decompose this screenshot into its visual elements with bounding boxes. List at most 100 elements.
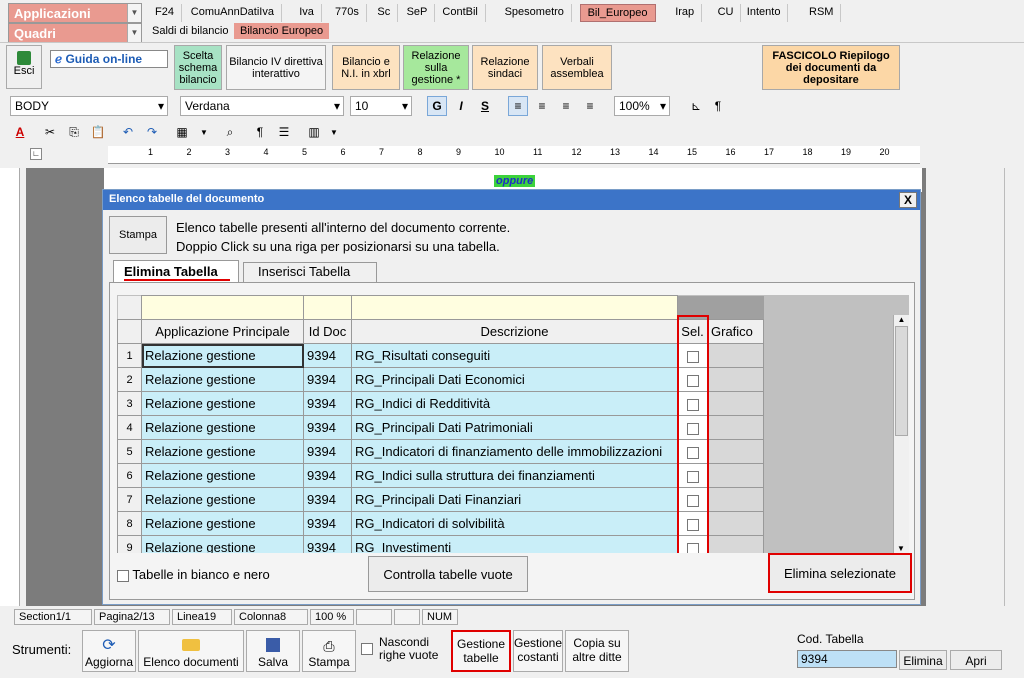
menu-tab-770s[interactable]: 770s [328,4,367,22]
paste-icon[interactable]: 📋 [88,122,108,142]
aggiorna-button[interactable]: ⟳ Aggiorna [82,630,136,672]
gestione-tabelle-button[interactable]: Gestione tabelle [451,630,511,672]
fascicolo-button[interactable]: FASCICOLO Riepilogo dei documenti da dep… [762,45,900,90]
scroll-thumb[interactable] [895,326,908,436]
cell-app[interactable]: Relazione gestione [141,463,304,488]
tab-stop-icon[interactable]: ∟ [30,148,42,160]
table-row[interactable]: 2 Relazione gestione 9394 RG_Principali Dat… [117,367,764,392]
cell-desc[interactable]: RG_Investimenti [351,535,678,553]
pilcrow-icon[interactable]: ¶ [708,96,728,116]
chevron-down-icon[interactable]: ▼ [127,24,141,42]
bilancio-iv-button[interactable]: Bilancio IV direttiva interattivo [226,45,326,90]
cell-desc[interactable]: RG_Principali Dati Finanziari [351,487,678,512]
cell-desc[interactable]: RG_Principali Dati Patrimoniali [351,415,678,440]
cell-id[interactable]: 9394 [303,535,352,553]
cell-desc[interactable]: RG_Principali Dati Economici [351,367,678,392]
cod-tabella-field[interactable]: 9394 [797,650,897,668]
tab-bilancio-europeo[interactable]: Bilancio Europeo [234,23,330,39]
cell-id[interactable]: 9394 [303,391,352,416]
applicazioni-combo[interactable]: Applicazioni ▼ [8,3,142,23]
tab-inserisci-tabella[interactable]: Inserisci Tabella [243,262,377,282]
elimina-button[interactable]: Elimina [899,650,947,670]
cell-desc[interactable]: RG_Indicatori di solvibilità [351,511,678,536]
col-id[interactable]: Id Doc [303,319,352,344]
font-select[interactable]: Verdana ▾ [180,96,344,116]
cell-id[interactable]: 9394 [303,463,352,488]
table-row[interactable]: 7 Relazione gestione 9394 RG_Principali Dat… [117,487,764,512]
scrollbar[interactable] [1004,168,1024,606]
table-row[interactable]: 9 Relazione gestione 9394 RG_Investimenti [117,535,764,553]
tab-elimina-tabella[interactable]: Elimina Tabella [113,260,239,284]
menu-tab-rsm[interactable]: RSM [802,4,842,22]
controlla-button[interactable]: Controlla tabelle vuote [368,556,528,592]
page-break-icon[interactable]: ⊾ [686,96,706,116]
quadri-combo[interactable]: Quadri ▼ [8,23,142,43]
menu-tab-sep[interactable]: SeP [400,4,436,22]
gestione-costanti-button[interactable]: Gestione costanti [513,630,563,672]
stampa-button[interactable]: Stampa [109,216,167,254]
cell-desc[interactable]: RG_Indici di Redditività [351,391,678,416]
table-row[interactable]: 1 Relazione gestione 9394 RG_Risultati cons… [117,343,764,368]
cell-id[interactable]: 9394 [303,511,352,536]
col-desc[interactable]: Descrizione [351,319,678,344]
menu-tab-comuanndatiiva[interactable]: ComuAnnDatiIva [184,4,282,22]
cell-app[interactable]: Relazione gestione [141,415,304,440]
justify-icon[interactable]: ≡ [580,96,600,116]
menu-tab-bil_europeo[interactable]: Bil_Europeo [579,4,656,22]
col-app[interactable]: Applicazione Principale [141,319,304,344]
verbali-button[interactable]: Verbali assemblea [542,45,612,90]
menu-tab-f24[interactable]: F24 [148,4,182,22]
paragraph-icon[interactable]: ¶ [250,122,270,142]
cell-app[interactable]: Relazione gestione [141,439,304,464]
copia-ditte-button[interactable]: Copia su altre ditte [565,630,629,672]
table-row[interactable]: 4 Relazione gestione 9394 RG_Principali Dat… [117,415,764,440]
copy-icon[interactable]: ⎘ [64,122,84,142]
cell-app[interactable]: Relazione gestione [141,343,304,368]
menu-tab-irap[interactable]: Irap [668,4,703,22]
align-right-icon[interactable]: ≡ [556,96,576,116]
menu-tab-intento[interactable]: Intento [740,4,789,22]
cell-desc[interactable]: RG_Risultati conseguiti [351,343,678,368]
table-row[interactable]: 8 Relazione gestione 9394 RG_Indicatori di … [117,511,764,536]
list-icon[interactable]: ☰ [274,122,294,142]
zoom-select[interactable]: 100% ▾ [614,96,670,116]
col-grafico[interactable]: Grafico [707,319,764,344]
cell-app[interactable]: Relazione gestione [141,535,304,553]
table-row[interactable]: 6 Relazione gestione 9394 RG_Indici sulla s… [117,463,764,488]
relazione-sindaci-button[interactable]: Relazione sindaci [472,45,538,90]
redo-icon[interactable]: ↷ [142,122,162,142]
table-icon[interactable]: ▦ [172,122,192,142]
menu-tab-cu[interactable]: CU [711,4,742,22]
cell-desc[interactable]: RG_Indicatori di finanziamento delle imm… [351,439,678,464]
cell-desc[interactable]: RG_Indici sulla struttura dei finanziame… [351,463,678,488]
menu-tab-iva[interactable]: Iva [292,4,322,22]
undo-icon[interactable]: ↶ [118,122,138,142]
checkbox[interactable] [361,643,373,655]
cell-id[interactable]: 9394 [303,415,352,440]
scelta-schema-button[interactable]: Scelta schema bilancio [174,45,222,90]
table-row[interactable]: 3 Relazione gestione 9394 RG_Indici di Redd… [117,391,764,416]
italic-button[interactable]: I [451,96,471,116]
close-button[interactable]: X [899,192,917,208]
checkbox[interactable] [117,569,129,582]
chevron-down-icon[interactable]: ▼ [127,4,141,22]
chevron-down-icon[interactable]: ▼ [194,122,214,142]
salva-button[interactable]: Salva [246,630,300,672]
chevron-down-icon[interactable]: ▼ [324,122,344,142]
chevron-down-icon[interactable]: ▼ [894,544,908,553]
nascondi-checkbox[interactable]: Nascondi righe vuote [361,636,449,662]
cut-icon[interactable]: ✂ [40,122,60,142]
tab-saldi-bilancio[interactable]: Saldi di bilancio [146,23,234,39]
cell-app[interactable]: Relazione gestione [141,391,304,416]
esci-button[interactable]: Esci [6,45,42,89]
ruler[interactable]: 1 2 3 4 5 6 7 8 9 10 11 12 13 14 15 16 17 18 19 20 [108,146,920,164]
cell-app[interactable]: Relazione gestione [141,367,304,392]
cell-id[interactable]: 9394 [303,439,352,464]
chart-icon[interactable]: ▥ [304,122,324,142]
cell-id[interactable]: 9394 [303,367,352,392]
apri-button[interactable]: Apri [950,650,1002,670]
font-color-icon[interactable]: A [10,122,30,142]
cell-app[interactable]: Relazione gestione [141,511,304,536]
menu-tab-sc[interactable]: Sc [370,4,399,22]
style-select[interactable]: BODY ▾ [10,96,168,116]
